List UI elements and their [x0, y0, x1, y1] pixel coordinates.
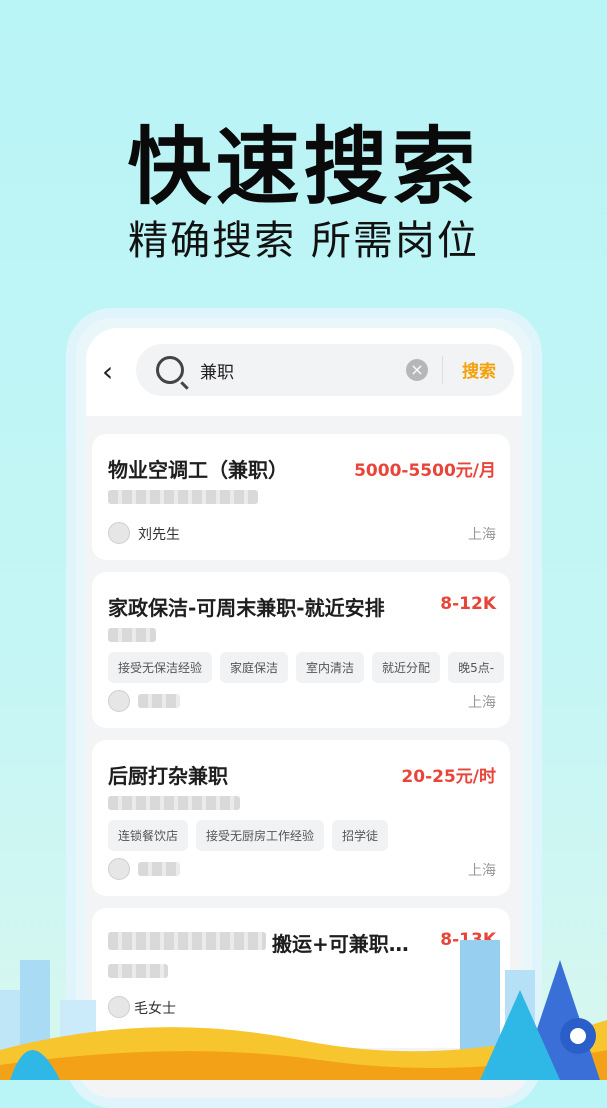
- job-location: 上海: [468, 527, 496, 543]
- job-salary: 8-12K: [440, 594, 496, 614]
- tag-list: 连锁餐饮店 接受无厨房工作经验 招学徒: [108, 820, 389, 851]
- job-card[interactable]: 物业空调工（兼职） 5000-5500元/月 刘先生 上海: [92, 434, 510, 560]
- job-title: 家政保洁-可周末兼职-就近安排: [108, 596, 385, 620]
- tag: 接受无保洁经验: [108, 652, 213, 683]
- blurred-name: [138, 694, 180, 708]
- tag: 接受无厨房工作经验: [196, 820, 325, 851]
- avatar: [108, 522, 130, 544]
- tag: 连锁餐饮店: [108, 820, 189, 851]
- tag: 室内清洁: [296, 652, 365, 683]
- blurred-name: [138, 862, 180, 876]
- search-bar: ‹ 兼职 × 搜索: [86, 328, 522, 416]
- job-location: 上海: [468, 863, 496, 879]
- clear-icon[interactable]: ×: [406, 359, 428, 381]
- search-field[interactable]: 兼职 × 搜索: [136, 344, 514, 396]
- recruiter-name: 刘先生: [138, 527, 180, 543]
- chevron-left-icon[interactable]: ‹: [102, 358, 118, 388]
- search-divider: [442, 356, 443, 384]
- bottom-decoration: [0, 940, 607, 1080]
- blurred-text: [108, 796, 240, 810]
- tag: 招学徒: [332, 820, 389, 851]
- hero-title: 快速搜索: [127, 118, 480, 216]
- job-card[interactable]: 后厨打杂兼职 20-25元/时 连锁餐饮店 接受无厨房工作经验 招学徒 上海: [92, 740, 510, 896]
- tag-list: 接受无保洁经验 家庭保洁 室内清洁 就近分配 晚5点-: [108, 652, 505, 683]
- search-icon: [156, 356, 184, 384]
- avatar: [108, 858, 130, 880]
- job-location: 上海: [468, 695, 496, 711]
- blurred-text: [108, 628, 156, 642]
- tag: 晚5点-: [448, 652, 505, 683]
- tag: 家庭保洁: [220, 652, 289, 683]
- job-title: 物业空调工（兼职）: [108, 458, 288, 482]
- job-card[interactable]: 家政保洁-可周末兼职-就近安排 8-12K 接受无保洁经验 家庭保洁 室内清洁 …: [92, 572, 510, 728]
- job-salary: 20-25元/时: [401, 767, 496, 787]
- search-button[interactable]: 搜索: [462, 357, 496, 382]
- avatar: [108, 690, 130, 712]
- search-input[interactable]: 兼职: [200, 358, 234, 383]
- hero-subtitle: 精确搜索 所需岗位: [128, 218, 479, 264]
- job-salary: 5000-5500元/月: [354, 461, 496, 481]
- blurred-text: [108, 490, 258, 504]
- job-title: 后厨打杂兼职: [108, 764, 228, 788]
- tag: 就近分配: [372, 652, 441, 683]
